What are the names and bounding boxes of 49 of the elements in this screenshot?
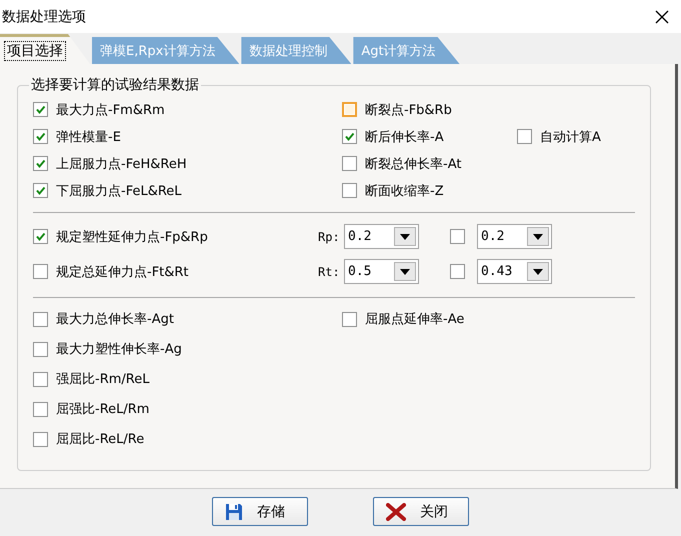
checkbox[interactable] <box>33 229 48 244</box>
checkbox[interactable] <box>33 342 48 356</box>
dropdown-field[interactable]: 0.2 <box>477 224 552 249</box>
checkbox[interactable] <box>33 372 48 386</box>
checkbox[interactable] <box>450 229 465 244</box>
checkbox[interactable] <box>33 402 48 416</box>
tab[interactable]: 项目选择 <box>0 34 90 64</box>
checkbox-label: 自动计算A <box>540 128 601 146</box>
checkbox-label: 断裂总伸长率-At <box>365 156 462 172</box>
dropdown-field[interactable]: 0.5 <box>344 259 419 284</box>
checkbox-label: 断裂点-Fb&Rb <box>365 102 452 118</box>
checkbox[interactable] <box>342 129 357 144</box>
parameter-label: Rp: <box>318 230 341 244</box>
checkbox-label: 屈屈比-ReL/Re <box>56 431 144 448</box>
close-icon[interactable] <box>655 10 669 24</box>
checkbox-label: 最大力点-Fm&Rm <box>56 102 165 118</box>
checkbox-label: 断面收缩率-Z <box>365 182 444 200</box>
checkbox-label: 屈强比-ReL/Rm <box>56 401 150 418</box>
dropdown-field[interactable]: 0.2 <box>344 224 419 249</box>
checkbox[interactable] <box>33 183 48 198</box>
checkbox-label: 断后伸长率-A <box>365 128 444 146</box>
checkbox[interactable] <box>342 102 357 117</box>
checkbox[interactable] <box>342 312 357 326</box>
checkbox-label: 屈服点延伸率-Ae <box>365 311 464 328</box>
checkbox-label: 强屈比-Rm/ReL <box>56 371 150 388</box>
parameter-label: Rt: <box>318 264 341 278</box>
checkbox-label: 上屈服力点-FeH&ReH <box>56 156 187 172</box>
checkbox[interactable] <box>33 156 48 171</box>
checkbox[interactable] <box>342 183 357 198</box>
checkbox-label: 规定总延伸力点-Ft&Rt <box>56 264 189 280</box>
checkbox-label: 下屈服力点-FeL&ReL <box>56 182 182 200</box>
dropdown-field[interactable]: 0.43 <box>477 259 552 284</box>
window-title: 数据处理选项 <box>2 8 86 26</box>
checkbox[interactable] <box>33 264 48 279</box>
save-button[interactable]: 存储 <box>212 497 308 526</box>
checkbox-label: 最大力总伸长率-Agt <box>56 311 174 328</box>
checkbox[interactable] <box>33 129 48 144</box>
checkbox[interactable] <box>33 102 48 117</box>
checkbox-label: 最大力塑性伸长率-Ag <box>56 341 182 358</box>
checkbox[interactable] <box>450 264 465 279</box>
group-title: 选择要计算的试验结果数据 <box>30 76 200 94</box>
checkbox[interactable] <box>342 156 357 171</box>
close-button[interactable]: 关闭 <box>373 497 469 526</box>
checkbox-label: 弹性模量-E <box>56 128 121 146</box>
checkbox[interactable] <box>33 432 48 446</box>
checkbox[interactable] <box>517 129 532 144</box>
checkbox[interactable] <box>33 312 48 326</box>
cross-icon <box>386 502 406 520</box>
checkbox-label: 规定塑性延伸力点-Fp&Rp <box>56 228 208 246</box>
